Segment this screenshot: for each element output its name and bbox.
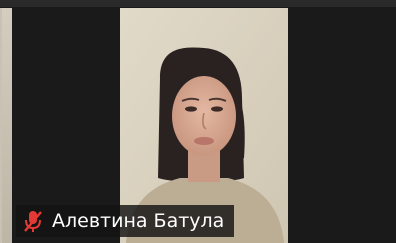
participant-name-tag: Алевтина Батула	[16, 205, 235, 237]
participant-tile-partial[interactable]	[0, 8, 12, 243]
participant-name: Алевтина Батула	[52, 210, 225, 232]
top-bar	[0, 0, 396, 7]
video-call-gallery: Алевтина Батула	[0, 0, 396, 243]
mic-muted-icon[interactable]	[22, 209, 44, 233]
participant-video-partial	[2, 8, 12, 243]
